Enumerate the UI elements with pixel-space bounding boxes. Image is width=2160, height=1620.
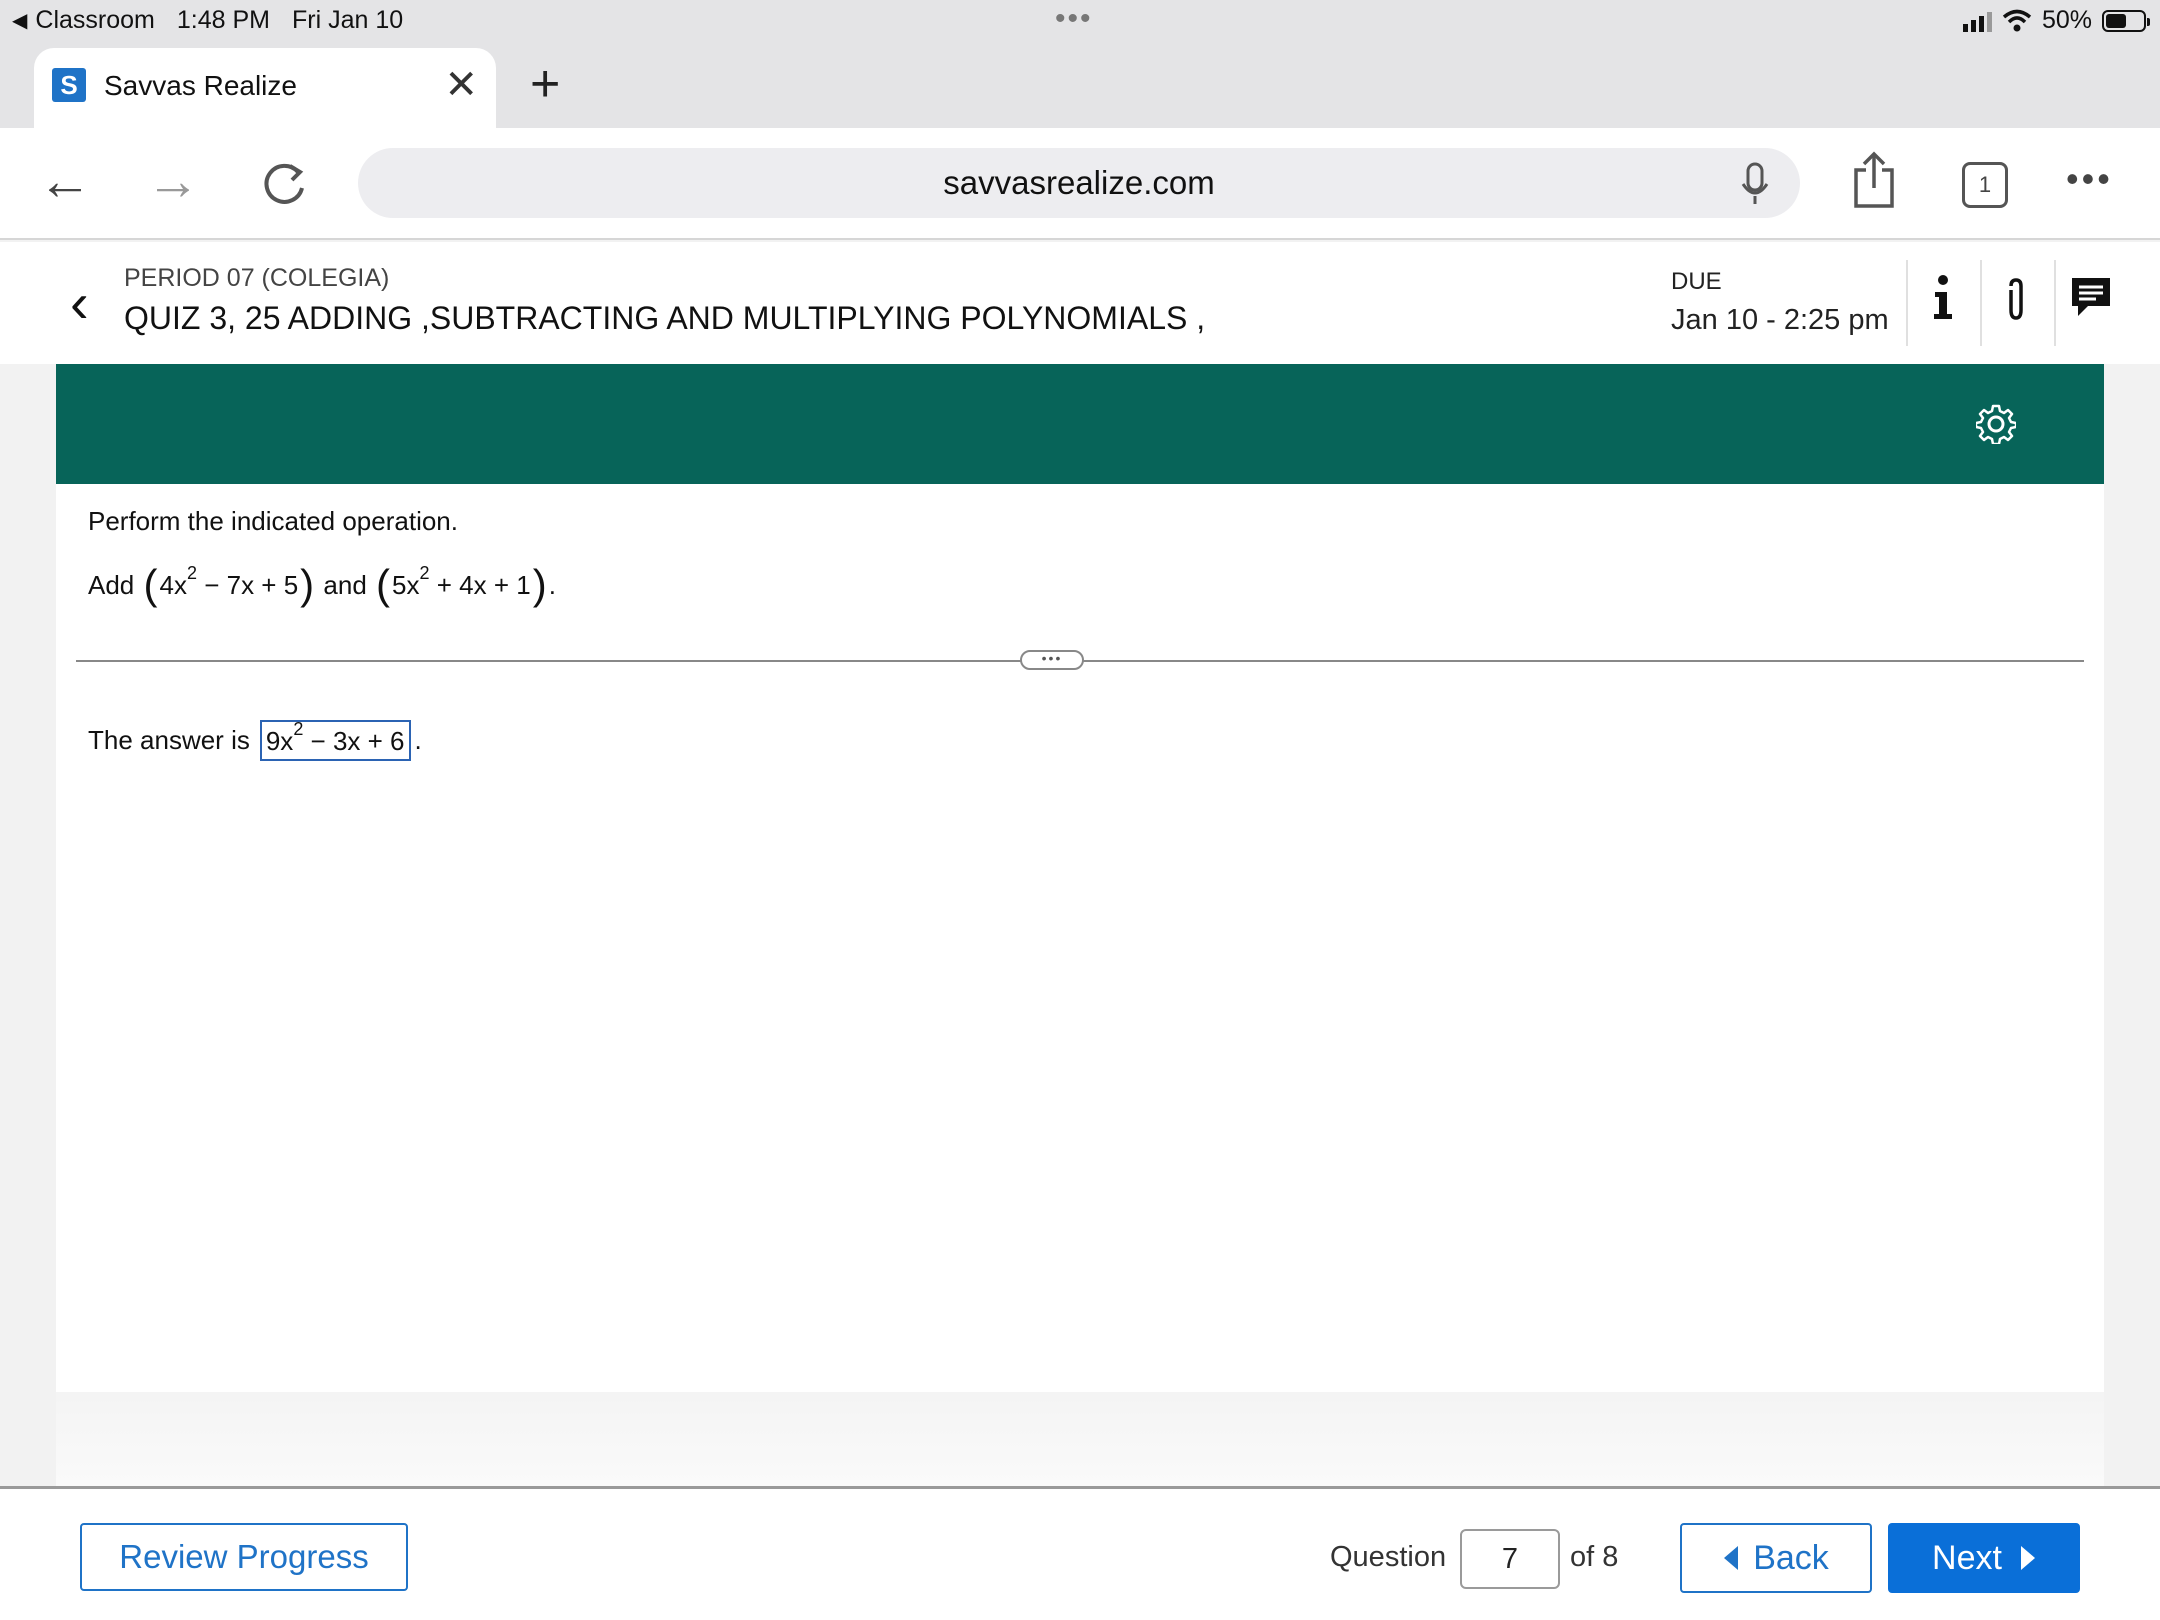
header-divider [2054,260,2056,346]
and-word: and [323,569,367,600]
tab-overview-button[interactable]: 1 [1962,162,2008,208]
browser-tab[interactable]: S Savvas Realize ✕ [34,48,496,128]
close-paren: ) [532,561,547,608]
question-instruction: Perform the indicated operation. [88,506,458,536]
microphone-icon[interactable] [1740,162,1770,206]
status-date: Fri Jan 10 [291,6,404,34]
expr1-exponent: 2 [186,562,197,583]
caret-right-icon [2020,1546,2035,1570]
expr1-lead: 4x [159,569,187,600]
new-tab-icon[interactable]: + [530,54,560,114]
header-divider [1906,260,1908,346]
multitasking-dots-icon[interactable]: ••• [1055,2,1093,36]
due-date: Jan 10 - 2:25 pm [1671,304,1889,336]
question-expression: Add ( 4x 2 − 7x + 5 ) and ( 5x 2 + 4x + … [88,561,556,608]
back-arrow-icon[interactable]: ← [38,150,92,212]
open-paren: ( [143,561,158,608]
panel-bottom-fade [56,1392,2104,1486]
answer-box[interactable]: 9x 2 − 3x + 6 [259,719,411,761]
resize-handle[interactable]: ••• [1020,650,1084,670]
answer-exponent: 2 [293,719,304,739]
answer-lead: 9x [265,726,294,756]
bottom-bar: Review Progress Question of 8 Back Next [0,1486,2160,1620]
open-paren: ( [376,561,391,608]
reload-icon[interactable] [258,158,310,210]
settings-gear-icon[interactable] [1976,404,2016,444]
answer-prefix: The answer is [88,725,250,755]
tab-strip: S Savvas Realize ✕ + [0,44,2160,128]
paperclip-icon[interactable] [2002,276,2030,324]
cellular-signal-icon [1962,10,1992,32]
address-bar[interactable]: savvasrealize.com [358,148,1800,218]
status-bar: ◀ Classroom 1:48 PM Fri Jan 10 ••• 50% [0,0,2160,44]
expr2-rest: + 4x + 1 [429,569,531,600]
share-icon[interactable] [1850,150,1898,210]
wifi-icon [2002,9,2032,31]
due-label: DUE [1671,268,1722,295]
answer-rest: − 3x + 6 [303,726,405,756]
question-total: of 8 [1570,1541,1619,1573]
question-label: Question [1330,1541,1447,1573]
next-button-label: Next [1932,1538,2002,1577]
close-paren: ) [300,561,315,608]
class-period: PERIOD 07 (COLEGIA) [124,264,390,292]
back-button[interactable]: Back [1680,1523,1872,1593]
back-to-app-icon[interactable]: ◀ [12,8,27,33]
url-text: savvasrealize.com [943,164,1215,201]
back-button-label: Back [1753,1538,1829,1577]
back-chevron-icon[interactable]: ‹ [70,270,89,335]
savvas-favicon-icon: S [52,68,86,102]
expr2-lead: 5x [392,569,420,600]
expr1-rest: − 7x + 5 [196,569,299,600]
status-right: 50% [1962,6,2150,35]
header-divider [1980,260,1982,346]
caret-left-icon [1724,1546,1739,1570]
question-banner [56,364,2104,484]
status-left: ◀ Classroom 1:48 PM Fri Jan 10 [12,6,403,35]
browser-toolbar: ← → savvasrealize.com 1 ••• [0,128,2160,240]
next-button[interactable]: Next [1888,1523,2080,1593]
expr2-exponent: 2 [419,562,430,583]
more-options-icon[interactable]: ••• [2066,158,2113,200]
battery-percent: 50% [2041,6,2092,34]
info-icon[interactable] [1928,272,1958,324]
back-to-app-label[interactable]: Classroom [35,6,154,35]
battery-icon [2102,9,2150,32]
review-progress-button[interactable]: Review Progress [80,1523,408,1591]
question-panel: Perform the indicated operation. Add ( 4… [56,484,2104,1392]
question-number-input[interactable] [1460,1529,1560,1589]
forward-arrow-icon[interactable]: → [146,150,200,212]
tab-title: Savvas Realize [104,70,297,101]
answer-suffix: . [414,725,422,755]
end-punct: . [548,569,556,600]
answer-line: The answer is 9x 2 − 3x + 6 . [88,719,422,761]
comment-icon[interactable] [2070,276,2112,318]
add-word: Add [88,569,135,600]
close-tab-icon[interactable]: ✕ [444,62,478,108]
status-time: 1:48 PM [176,6,270,34]
assignment-title: QUIZ 3, 25 ADDING ,SUBTRACTING AND MULTI… [124,300,1206,336]
assignment-header: ‹ PERIOD 07 (COLEGIA) QUIZ 3, 25 ADDING … [0,242,2160,364]
